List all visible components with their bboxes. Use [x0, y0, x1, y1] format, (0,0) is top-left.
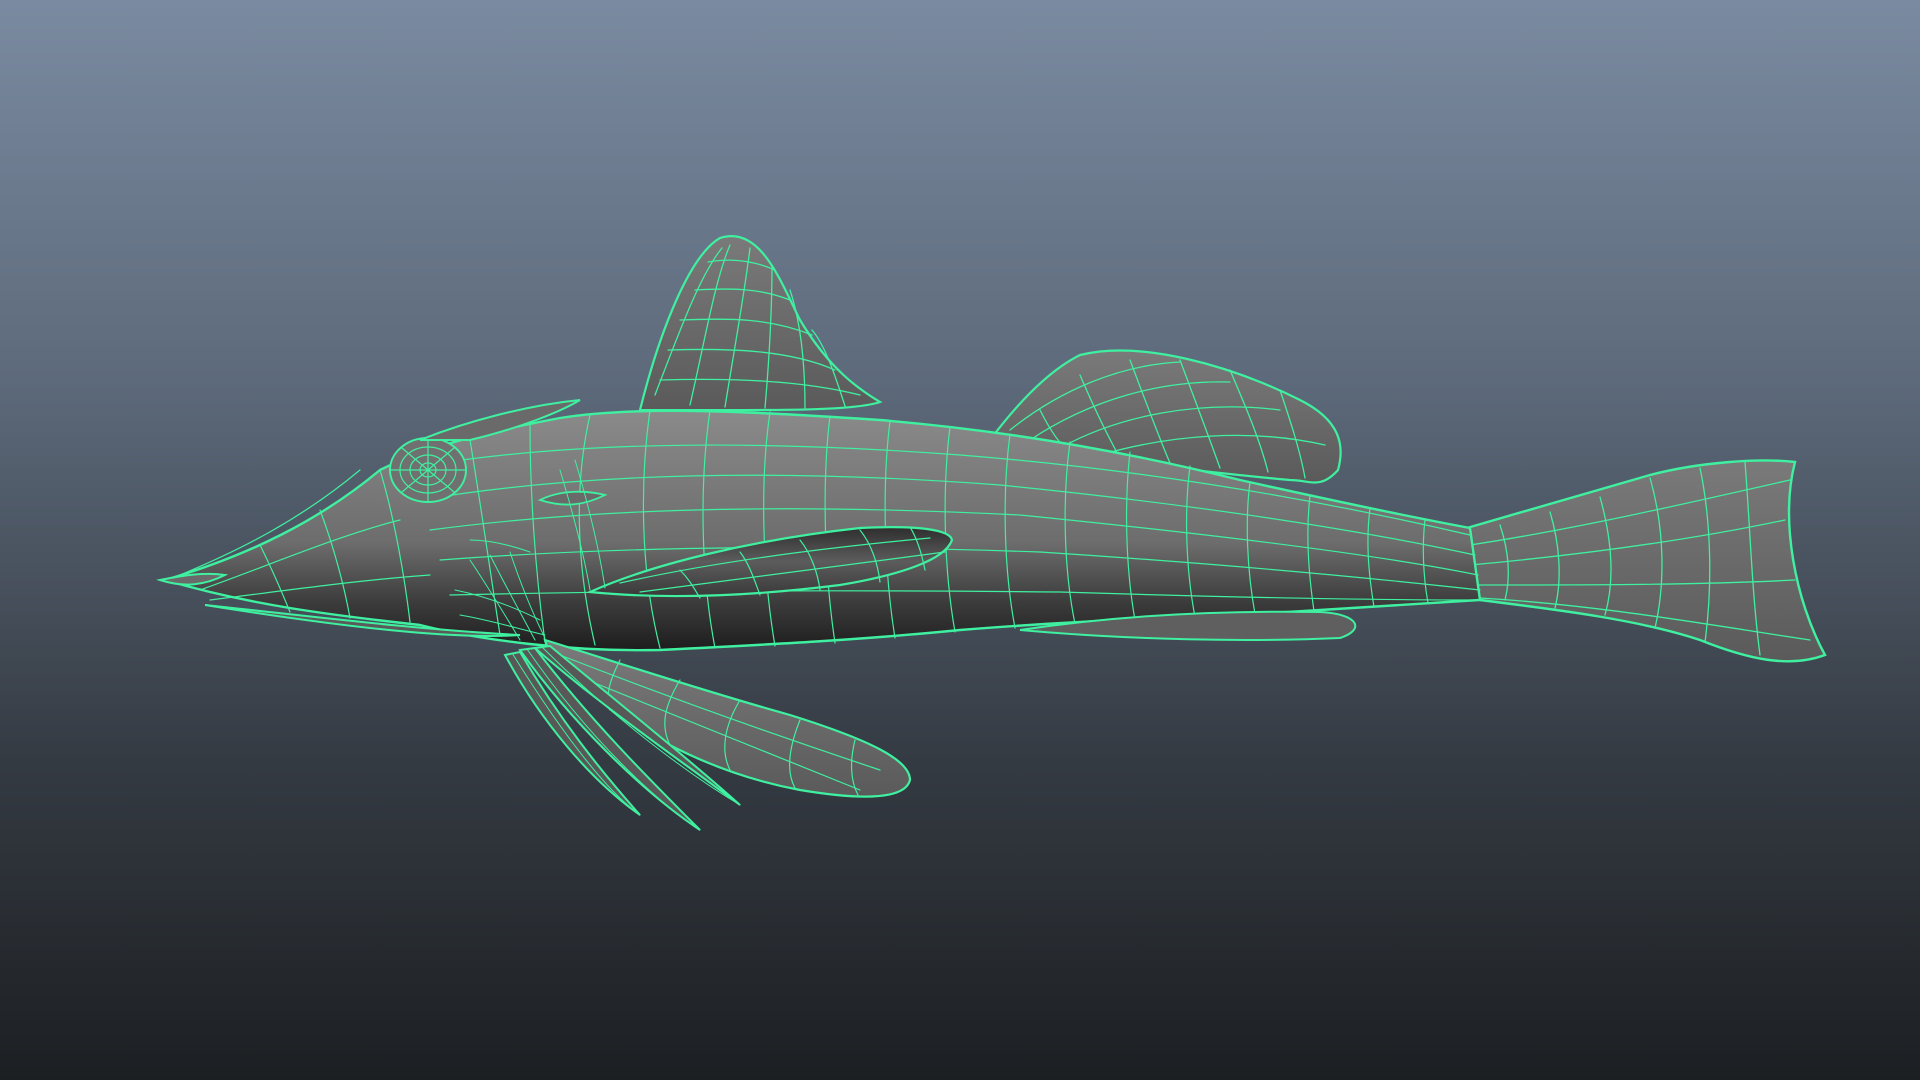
fish-model[interactable]	[0, 0, 1920, 1080]
tail-fin	[1458, 459, 1827, 663]
dorsal-fin-front	[638, 235, 883, 412]
fish-eye	[389, 437, 467, 503]
3d-viewport[interactable]	[0, 0, 1920, 1080]
